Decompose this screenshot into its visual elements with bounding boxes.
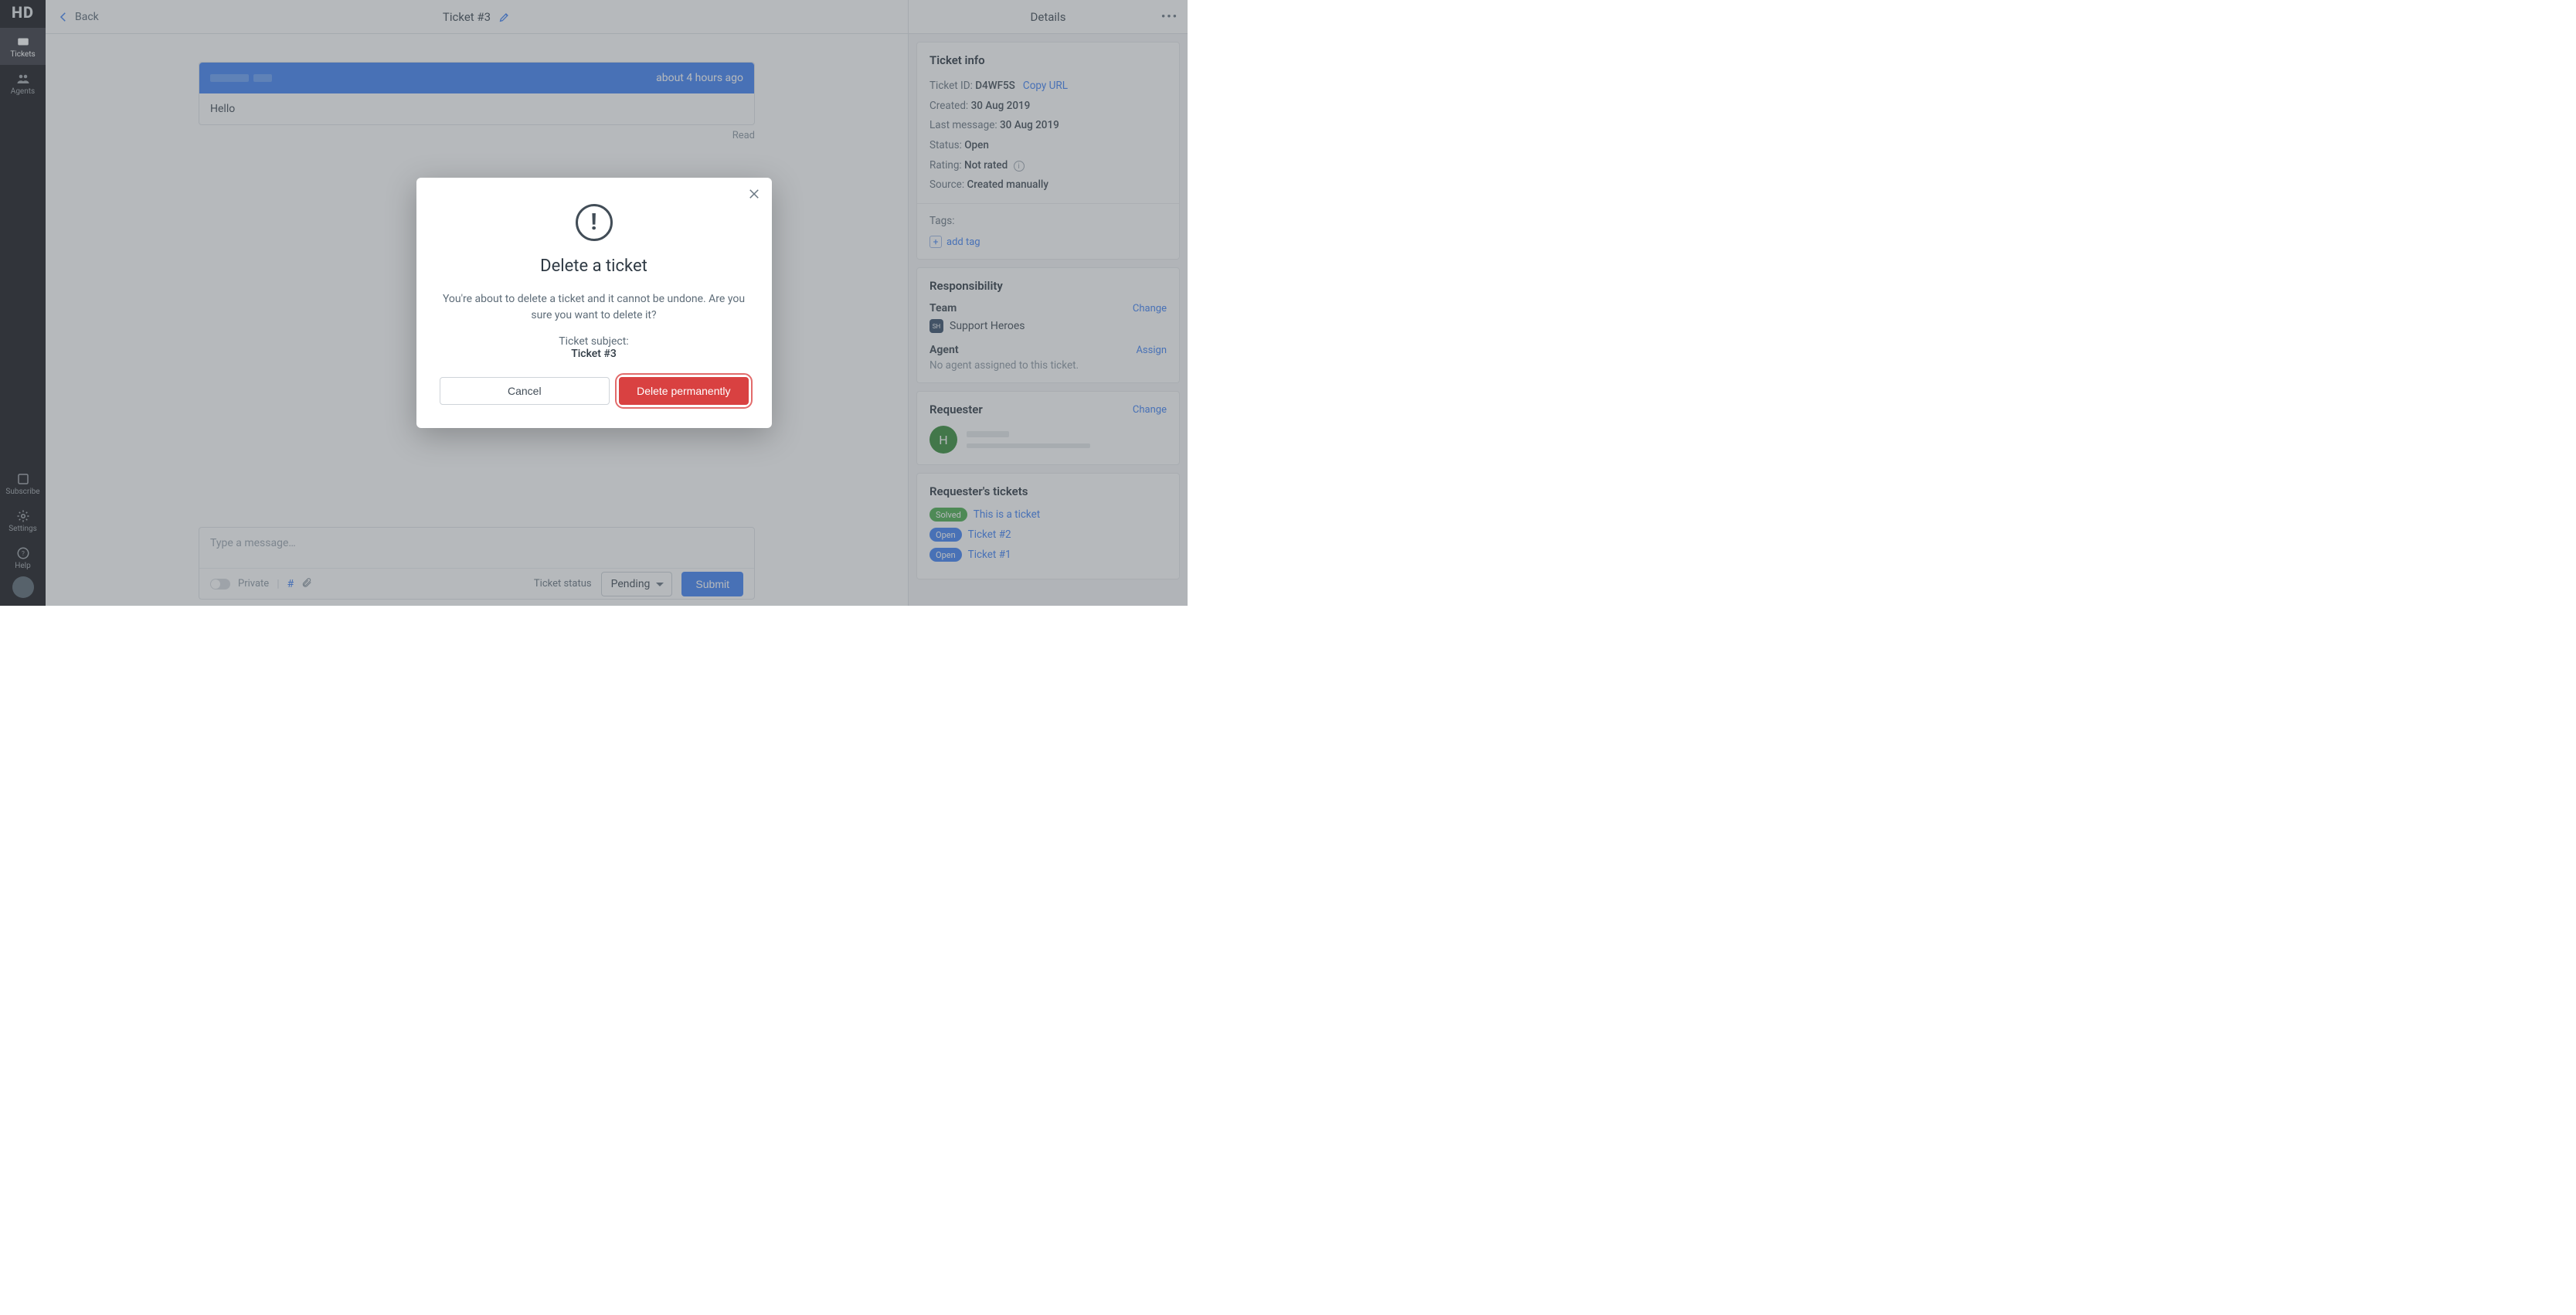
close-icon[interactable] (747, 187, 761, 204)
cancel-button[interactable]: Cancel (440, 377, 610, 405)
modal-body: You're about to delete a ticket and it c… (440, 291, 749, 323)
modal-subject-value: Ticket #3 (440, 348, 749, 360)
modal-title: Delete a ticket (440, 257, 749, 276)
warning-icon: ! (576, 204, 613, 241)
modal-scrim[interactable]: ! Delete a ticket You're about to delete… (0, 0, 1188, 606)
modal-subject-label: Ticket subject: (440, 335, 749, 348)
delete-permanently-button[interactable]: Delete permanently (619, 377, 748, 405)
delete-ticket-modal: ! Delete a ticket You're about to delete… (416, 178, 772, 428)
